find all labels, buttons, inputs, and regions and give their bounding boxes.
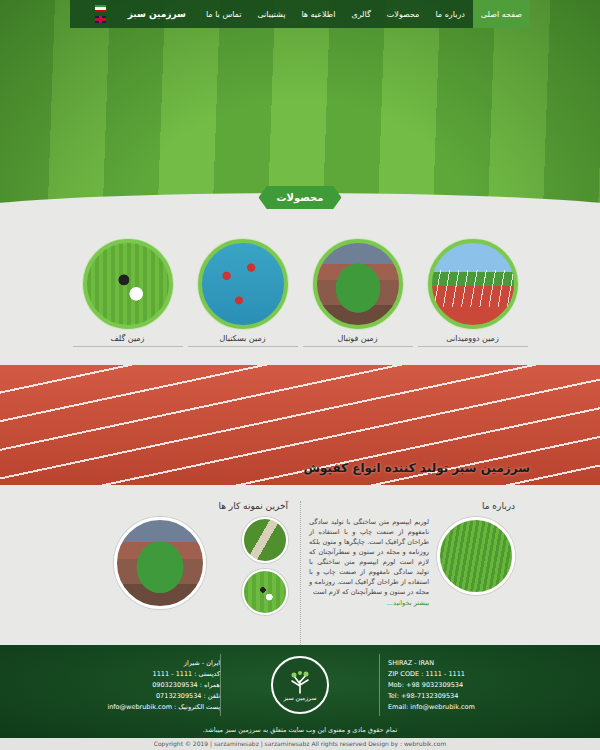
product-image[interactable] bbox=[428, 239, 518, 329]
nav-item[interactable]: گالری bbox=[343, 0, 378, 28]
rights-text: تمام حقوق مادی و معنوی این وب سایت متعلق… bbox=[0, 725, 600, 736]
uk-flag-icon[interactable] bbox=[95, 16, 106, 23]
portfolio-item[interactable] bbox=[114, 517, 206, 609]
contact-en: SHIRAZ - IRANZIP CODE : 1111 - 1111Mob: … bbox=[380, 658, 515, 713]
footer: ایران - شیرازکدپستی : 1111 - 1111همراه :… bbox=[0, 645, 600, 738]
footer-row: ایران - شیرازکدپستی : 1111 - 1111همراه :… bbox=[85, 645, 515, 725]
portfolio-item[interactable] bbox=[242, 517, 288, 563]
nav-bar: صفحه اصلی درباره ما محصولات گالری اطلاعیه ها… bbox=[70, 0, 530, 28]
product-image[interactable] bbox=[313, 239, 403, 329]
product-card[interactable]: زمین بسکتبال bbox=[198, 239, 288, 365]
nav-item[interactable]: صفحه اصلی bbox=[473, 0, 530, 28]
portfolio-row bbox=[85, 517, 288, 615]
banner: سرزمین سبز تولید کننده انواع کفپوش bbox=[0, 365, 600, 485]
about-text: لوریم ایپسوم متن ساختگی با تولید سادگی ن… bbox=[309, 518, 429, 596]
product-caption[interactable]: زمین بسکتبال bbox=[188, 334, 298, 347]
nav-label[interactable]: درباره ما bbox=[435, 10, 464, 19]
nav-label[interactable]: صفحه اصلی bbox=[481, 10, 522, 19]
copyright-text: Copyright © 2019 | sarzaminesabz | sarza… bbox=[154, 740, 447, 747]
contact-line: SHIRAZ - IRAN bbox=[388, 658, 515, 669]
products-tab: محصولات bbox=[258, 186, 341, 209]
contact-line: Email: info@webrubik.com bbox=[388, 702, 515, 713]
header: صفحه اصلی درباره ما محصولات گالری اطلاعیه ها… bbox=[0, 0, 600, 215]
portfolio-small bbox=[242, 517, 288, 615]
nav-item[interactable]: تماس با ما bbox=[198, 0, 250, 28]
contact-line: Tel: +98-7132309534 bbox=[388, 691, 515, 702]
footer-divider bbox=[379, 654, 380, 716]
about-section: درباره ما لوریم ایپسوم متن ساختگی با تولی… bbox=[300, 501, 515, 645]
contact-line: Mob: +98 9032309534 bbox=[388, 680, 515, 691]
contact-fa: ایران - شیرازکدپستی : 1111 - 1111همراه :… bbox=[85, 658, 220, 713]
copyright-bar: Copyright © 2019 | sarzaminesabz | sarza… bbox=[0, 738, 600, 750]
read-more-link[interactable]: بیشتر بخوانید... bbox=[309, 598, 429, 608]
about-title: درباره ما bbox=[309, 501, 515, 511]
product-caption[interactable]: زمین گلف bbox=[73, 334, 183, 347]
nav-label[interactable]: گالری bbox=[351, 10, 370, 19]
product-image[interactable] bbox=[198, 239, 288, 329]
nav-label[interactable]: محصولات bbox=[387, 10, 420, 19]
nav-menu: صفحه اصلی درباره ما محصولات گالری اطلاعیه ها… bbox=[198, 0, 530, 28]
contact-line: تلفن : 07132309534 bbox=[95, 691, 220, 702]
banner-text: سرزمین سبز تولید کننده انواع کفپوش bbox=[303, 461, 530, 475]
about-image bbox=[437, 517, 515, 595]
contact-line: پست الکترونیک : info@webrubik.com bbox=[95, 702, 220, 713]
tree-icon bbox=[289, 670, 311, 694]
nav-item[interactable]: محصولات bbox=[379, 0, 428, 28]
nav-item[interactable]: اطلاعیه ها bbox=[293, 0, 343, 28]
footer-logo-text: سرزمین سبز bbox=[284, 694, 317, 701]
footer-center: سرزمین سبز bbox=[221, 656, 379, 714]
contact-line: کدپستی : 1111 - 1111 bbox=[95, 669, 220, 680]
nav-label[interactable]: پشتیبانی bbox=[257, 10, 285, 19]
product-caption[interactable]: زمین فوتبال bbox=[303, 334, 413, 347]
portfolio-item[interactable] bbox=[242, 569, 288, 615]
products: زمین دوومیدانیزمین فوتبالزمین بسکتبالزمی… bbox=[0, 215, 600, 365]
portfolio-section: آخرین نمونه کار ها bbox=[85, 501, 300, 645]
lower-section: درباره ما لوریم ایپسوم متن ساختگی با تولی… bbox=[0, 485, 600, 645]
product-card[interactable]: زمین دوومیدانی bbox=[428, 239, 518, 365]
site-logo[interactable]: سرزمین سبز bbox=[116, 0, 198, 28]
about-body: لوریم ایپسوم متن ساختگی با تولید سادگی ن… bbox=[309, 517, 429, 608]
product-image[interactable] bbox=[83, 239, 173, 329]
nav-item[interactable]: پشتیبانی bbox=[249, 0, 293, 28]
contact-line: ایران - شیراز bbox=[95, 658, 220, 669]
portfolio-title: آخرین نمونه کار ها bbox=[85, 501, 288, 511]
product-caption[interactable]: زمین دوومیدانی bbox=[418, 334, 528, 347]
contact-line: ZIP CODE : 1111 - 1111 bbox=[388, 669, 515, 680]
footer-logo[interactable]: سرزمین سبز bbox=[271, 656, 329, 714]
language-switch bbox=[85, 0, 116, 28]
nav-label[interactable]: تماس با ما bbox=[206, 10, 242, 19]
product-card[interactable]: زمین فوتبال bbox=[313, 239, 403, 365]
about-row: لوریم ایپسوم متن ساختگی با تولید سادگی ن… bbox=[309, 517, 515, 608]
product-card[interactable]: زمین گلف bbox=[83, 239, 173, 365]
footer-divider bbox=[220, 654, 221, 716]
nav-label[interactable]: اطلاعیه ها bbox=[301, 10, 335, 19]
contact-line: همراه : 09032309534 bbox=[95, 680, 220, 691]
nav-item[interactable]: درباره ما bbox=[427, 0, 472, 28]
iran-flag-icon[interactable] bbox=[95, 5, 106, 12]
